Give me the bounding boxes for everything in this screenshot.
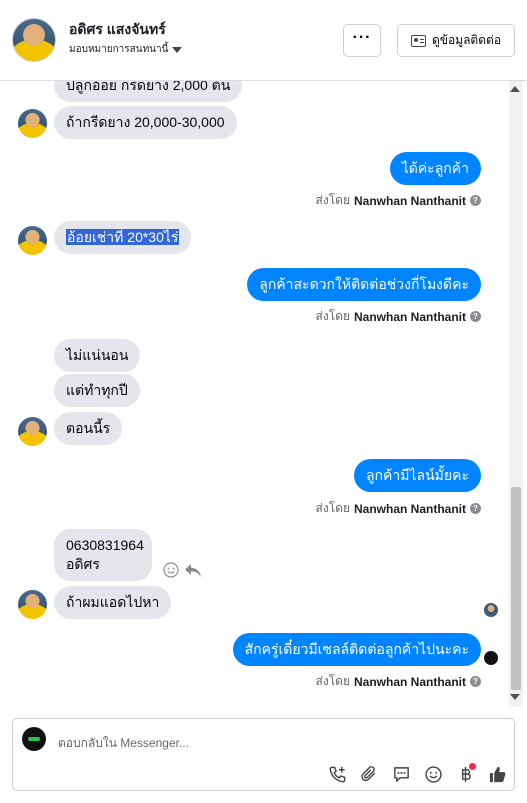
contact-card-icon: [410, 34, 426, 47]
conversation-header: อดิศร แสงจันทร์ มอบหมายการสนทนานี้ ··· ด…: [0, 0, 527, 81]
sender-avatar: [18, 590, 47, 619]
composer-toolbar: [321, 763, 513, 785]
emoji-icon[interactable]: [417, 763, 449, 785]
page-seen-avatar: [484, 651, 498, 665]
sender-avatar: [18, 109, 47, 138]
view-contact-label: ดูข้อมูลติดต่อ: [431, 33, 502, 47]
message-incoming[interactable]: ไม่แน่นอน: [54, 339, 141, 372]
message-outgoing[interactable]: สักครู่เดี๋ยวมีเซลล์ติดต่อลูกค้าไปนะคะ: [232, 633, 481, 666]
caret-down-icon: [172, 46, 183, 53]
message-incoming[interactable]: แต่ทำทุกปี: [54, 374, 140, 407]
help-icon[interactable]: ?: [470, 676, 481, 687]
message-outgoing[interactable]: ลูกค้ามีไลน์มั้ยคะ: [353, 459, 481, 492]
payment-icon[interactable]: [449, 763, 481, 785]
message-thread[interactable]: ปลูกอ้อย กรีดยาง 2,000 ต้น ถ้ากรีดยาง 20…: [0, 81, 527, 707]
sent-by-label: ส่งโดย Nanwhan Nanthanit ?: [316, 499, 481, 518]
contact-name[interactable]: อดิศร แสงจันทร์: [69, 19, 166, 41]
message-incoming[interactable]: ตอนนี้ร: [54, 412, 123, 445]
phone-add-icon[interactable]: [321, 763, 353, 785]
page-avatar: [22, 727, 46, 751]
reply-composer: ตอบกลับใน Messenger...: [12, 718, 515, 791]
message-outgoing[interactable]: ได้ค่ะลูกค้า: [389, 152, 481, 185]
scrollbar-thumb[interactable]: [511, 487, 521, 690]
saved-reply-icon[interactable]: [385, 763, 417, 785]
scroll-up-arrow-icon[interactable]: [510, 86, 520, 92]
reply-icon[interactable]: [184, 562, 202, 578]
help-icon[interactable]: ?: [470, 311, 481, 322]
react-emoji-icon[interactable]: [163, 562, 179, 578]
sent-by-label: ส่งโดย Nanwhan Nanthanit ?: [316, 672, 481, 691]
read-receipt-avatar: [484, 603, 498, 617]
selected-text: อ้อยเช่าที่ 20*30ไร่: [66, 229, 180, 245]
help-icon[interactable]: ?: [470, 195, 481, 206]
message-incoming[interactable]: ถ้ากรีดยาง 20,000-30,000: [54, 106, 237, 139]
sender-avatar: [18, 226, 47, 255]
assign-conversation-dropdown[interactable]: มอบหมายการสนทนานี้: [69, 42, 183, 57]
scroll-down-arrow-icon[interactable]: [510, 694, 520, 700]
help-icon[interactable]: ?: [470, 503, 481, 514]
more-options-button[interactable]: ···: [343, 24, 381, 57]
like-icon[interactable]: [481, 763, 513, 785]
view-contact-button[interactable]: ดูข้อมูลติดต่อ: [397, 24, 515, 57]
message-outgoing[interactable]: ลูกค้าสะดวกให้ติดต่อช่วงกี่โมงดีคะ: [247, 268, 481, 301]
reply-input[interactable]: ตอบกลับใน Messenger...: [58, 734, 189, 753]
sent-by-label: ส่งโดย Nanwhan Nanthanit ?: [316, 307, 481, 326]
notification-dot: [469, 763, 476, 770]
assign-label: มอบหมายการสนทนานี้: [69, 44, 169, 55]
contact-avatar[interactable]: [12, 18, 56, 62]
sender-avatar: [18, 417, 47, 446]
message-incoming[interactable]: ถ้าผมแอดไปหา: [54, 586, 172, 619]
message-incoming[interactable]: ปลูกอ้อย กรีดยาง 2,000 ต้น: [54, 81, 243, 102]
message-incoming[interactable]: อ้อยเช่าที่ 20*30ไร่: [54, 221, 192, 254]
paperclip-icon[interactable]: [353, 763, 385, 785]
sent-by-label: ส่งโดย Nanwhan Nanthanit ?: [316, 191, 481, 210]
message-incoming[interactable]: 0630831964 อดิศร: [54, 529, 152, 581]
